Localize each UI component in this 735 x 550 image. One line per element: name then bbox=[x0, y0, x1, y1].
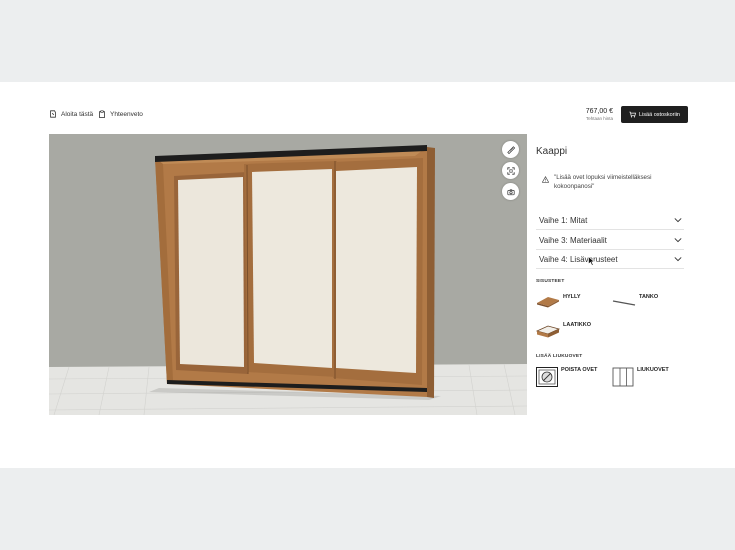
option-label: LAATIKKO bbox=[563, 322, 592, 328]
summary-link[interactable]: Yhteenveto bbox=[98, 110, 143, 118]
shelf-icon bbox=[537, 297, 559, 308]
cart-label: Lisää ostoskoriin bbox=[639, 111, 680, 118]
step-accessories[interactable]: Vaihe 4: Lisävarusteet bbox=[536, 250, 684, 269]
option-rod[interactable]: TANKO bbox=[612, 294, 658, 308]
cart-icon bbox=[629, 111, 636, 118]
interior-heading: SISUSTEET bbox=[536, 279, 565, 284]
chevron-down-icon bbox=[674, 218, 682, 223]
clipboard-icon bbox=[99, 110, 105, 118]
price-value: 767,00 € bbox=[585, 108, 613, 115]
chevron-down-icon bbox=[674, 257, 682, 262]
measure-button[interactable] bbox=[502, 141, 519, 158]
step-dimensions[interactable]: Vaihe 1: Mitat bbox=[536, 211, 684, 230]
warning-icon bbox=[542, 176, 549, 183]
doors-heading: LISÄÄ LIUKUOVET bbox=[536, 354, 583, 359]
option-drawer[interactable]: LAATIKKO bbox=[536, 322, 591, 338]
option-shelf[interactable]: HYLLY bbox=[536, 294, 581, 308]
fullscreen-icon bbox=[506, 166, 515, 175]
step-materials[interactable]: Vaihe 3: Materiaalit bbox=[536, 231, 684, 250]
top-bar: Aloita tästä Yhteenveto 767,00 € Tehtaan… bbox=[0, 82, 735, 134]
fullscreen-button[interactable] bbox=[502, 162, 519, 179]
start-icon bbox=[50, 110, 56, 118]
rod-icon bbox=[612, 300, 636, 306]
notice-text: "Lisää ovet lopuksi viimeistelläksesi ko… bbox=[554, 174, 652, 190]
sliding-doors-icon bbox=[612, 367, 634, 387]
remove-doors-icon bbox=[536, 367, 558, 387]
add-to-cart-button[interactable]: Lisää ostoskoriin bbox=[621, 106, 688, 123]
chevron-down-icon bbox=[674, 238, 682, 243]
panel-title: Kaappi bbox=[536, 146, 568, 157]
option-label: HYLLY bbox=[563, 294, 581, 300]
step-label: Vaihe 1: Mitat bbox=[539, 215, 588, 225]
mouse-cursor-icon bbox=[588, 256, 595, 266]
option-label: TANKO bbox=[639, 294, 659, 300]
price-block: 767,00 € Tehtaan hinta bbox=[575, 108, 613, 122]
wardrobe-scene bbox=[49, 134, 527, 415]
option-remove-doors[interactable]: POISTA OVET bbox=[536, 367, 597, 387]
start-link[interactable]: Aloita tästä bbox=[49, 110, 93, 118]
step-label: Vaihe 4: Lisävarusteet bbox=[539, 254, 618, 264]
price-note: Tehtaan hinta bbox=[585, 116, 613, 121]
step-label: Vaihe 3: Materiaalit bbox=[539, 235, 607, 245]
option-label: POISTA OVET bbox=[561, 367, 598, 373]
summary-label: Yhteenveto bbox=[110, 110, 143, 118]
config-panel: Kaappi "Lisää ovet lopuksi viimeistelläk… bbox=[527, 134, 690, 415]
drawer-icon bbox=[536, 325, 560, 338]
option-label: LIUKUOVET bbox=[637, 367, 669, 373]
camera-icon bbox=[506, 188, 515, 195]
ruler-icon bbox=[506, 145, 515, 154]
configurator-card: Aloita tästä Yhteenveto 767,00 € Tehtaan… bbox=[0, 82, 735, 468]
option-sliding-doors[interactable]: LIUKUOVET bbox=[612, 367, 669, 387]
notice: "Lisää ovet lopuksi viimeistelläksesi ko… bbox=[542, 174, 682, 191]
start-label: Aloita tästä bbox=[61, 110, 94, 118]
3d-viewer[interactable] bbox=[49, 134, 527, 415]
camera-button[interactable] bbox=[502, 183, 519, 200]
